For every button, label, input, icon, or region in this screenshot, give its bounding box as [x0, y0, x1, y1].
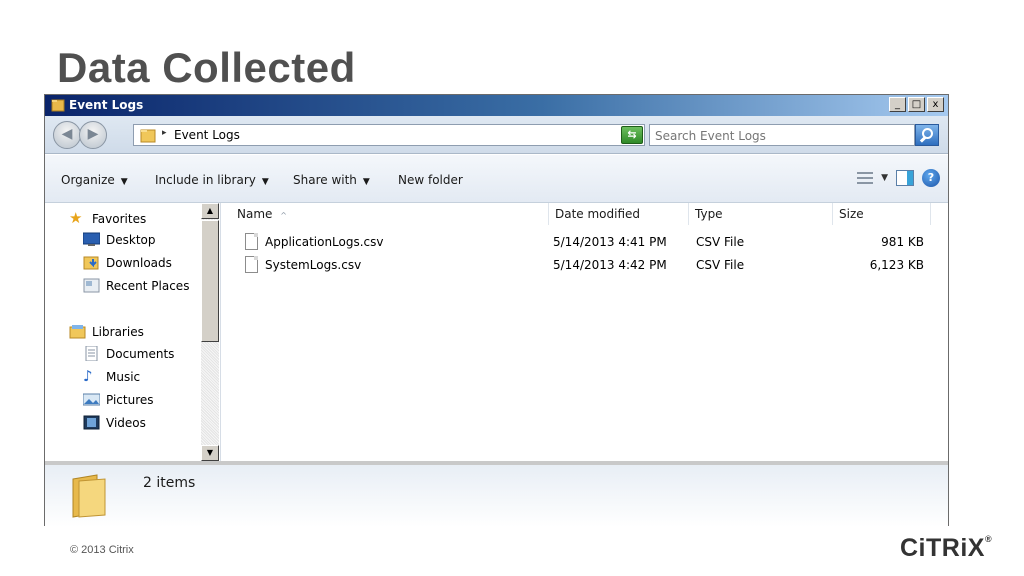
details-pane: 2 items [45, 461, 948, 527]
explorer-window: Event Logs _ □ x ◀ ▶ ▸ Event Logs ▼ ⇆ [44, 94, 949, 527]
file-date: 5/14/2013 4:42 PM [553, 258, 667, 272]
forward-button[interactable]: ▶ [79, 121, 107, 149]
file-name: SystemLogs.csv [265, 258, 362, 272]
nav-downloads[interactable]: Downloads [83, 255, 172, 270]
videos-icon [83, 415, 100, 430]
nav-recent-places[interactable]: Recent Places [83, 278, 189, 293]
file-icon [245, 256, 258, 273]
documents-icon [85, 346, 98, 361]
column-header-size[interactable]: Size [833, 203, 931, 225]
item-count: 2 items [143, 475, 196, 491]
file-date: 5/14/2013 4:41 PM [553, 235, 667, 249]
nav-buttons: ◀ ▶ [53, 121, 107, 149]
file-type: CSV File [696, 258, 745, 272]
nav-favorites[interactable]: ★ Favorites [69, 211, 146, 226]
help-icon[interactable]: ? [922, 169, 940, 187]
downloads-icon [83, 256, 99, 270]
include-in-library-menu[interactable]: Include in library ▼ [155, 173, 269, 187]
file-size: 6,123 KB [869, 258, 924, 272]
slide-title: Data Collected [57, 44, 356, 91]
new-folder-button[interactable]: New folder [398, 173, 463, 187]
column-header-name[interactable]: Name ^ [231, 203, 549, 225]
forward-arrow-icon: ▶ [87, 126, 99, 142]
close-button[interactable]: x [927, 97, 944, 112]
back-arrow-icon: ◀ [61, 126, 73, 142]
window-controls: _ □ x [889, 97, 944, 112]
nav-documents[interactable]: Documents [83, 346, 174, 361]
libraries-icon [69, 325, 86, 339]
file-type: CSV File [696, 235, 745, 249]
nav-scrollbar[interactable]: ▲ ▼ [201, 203, 219, 461]
view-options-dropdown-icon[interactable]: ▼ [881, 173, 888, 183]
refresh-icon: ⇆ [627, 128, 637, 141]
breadcrumb-separator[interactable]: ▸ [162, 128, 167, 138]
search-input[interactable] [655, 127, 885, 145]
recent-places-icon [83, 278, 100, 293]
scroll-thumb[interactable] [201, 220, 219, 342]
preview-pane-icon[interactable] [896, 170, 914, 186]
scroll-up-button[interactable]: ▲ [201, 203, 219, 219]
nav-pictures[interactable]: Pictures [83, 392, 154, 407]
nav-music[interactable]: ♪ Music [83, 369, 140, 384]
copyright-text: © 2013 Citrix [70, 544, 134, 556]
nav-libraries[interactable]: Libraries [69, 324, 144, 339]
minimize-button[interactable]: _ [889, 97, 906, 112]
window-title: Event Logs [69, 98, 144, 112]
back-button[interactable]: ◀ [53, 121, 81, 149]
pictures-icon [83, 393, 100, 406]
nav-desktop[interactable]: Desktop [83, 232, 156, 247]
share-with-menu[interactable]: Share with ▼ [293, 173, 370, 187]
file-list: Name ^ Date modified Type Size Applicati… [223, 203, 948, 461]
breadcrumb-event-logs[interactable]: Event Logs [174, 128, 240, 142]
citrix-logo: CiTRiX® [900, 534, 993, 562]
table-row[interactable]: SystemLogs.csv 5/14/2013 4:42 PM CSV Fil… [223, 255, 948, 277]
music-icon: ♪ [83, 367, 93, 385]
chevron-down-icon: ▼ [120, 177, 128, 187]
chevron-down-icon: ▼ [362, 177, 370, 187]
folder-icon [140, 129, 156, 143]
change-view-icon[interactable] [857, 171, 874, 185]
toolbar-right-icons: ▼ ? [857, 169, 940, 187]
search-button[interactable] [915, 124, 939, 146]
star-icon: ★ [69, 209, 83, 227]
desktop-icon [83, 232, 100, 246]
refresh-button[interactable]: ⇆ [621, 126, 643, 144]
column-headers: Name ^ Date modified Type Size [223, 203, 948, 225]
title-bar[interactable]: Event Logs _ □ x [45, 95, 948, 116]
search-field[interactable] [649, 124, 915, 146]
file-size: 981 KB [881, 235, 924, 249]
column-header-type[interactable]: Type [689, 203, 833, 225]
address-bar-area: ◀ ▶ ▸ Event Logs ▼ ⇆ [45, 116, 948, 154]
organize-menu[interactable]: Organize ▼ [61, 173, 128, 187]
nav-videos[interactable]: Videos [83, 415, 146, 430]
table-row[interactable]: ApplicationLogs.csv 5/14/2013 4:41 PM CS… [223, 232, 948, 254]
navigation-pane: ★ Favorites Desktop Downloads Recent Pla… [45, 203, 221, 461]
maximize-button[interactable]: □ [908, 97, 925, 112]
address-field[interactable]: ▸ Event Logs ▼ [133, 124, 645, 146]
sort-ascending-icon: ^ [280, 211, 287, 220]
command-toolbar: Organize ▼ Include in library ▼ Share with… [45, 155, 948, 203]
column-header-date-modified[interactable]: Date modified [549, 203, 689, 225]
folder-icon [72, 474, 106, 518]
scroll-down-button[interactable]: ▼ [201, 445, 219, 461]
file-name: ApplicationLogs.csv [265, 235, 384, 249]
file-icon [245, 233, 258, 250]
folder-icon [51, 99, 65, 112]
chevron-down-icon: ▼ [261, 177, 269, 187]
